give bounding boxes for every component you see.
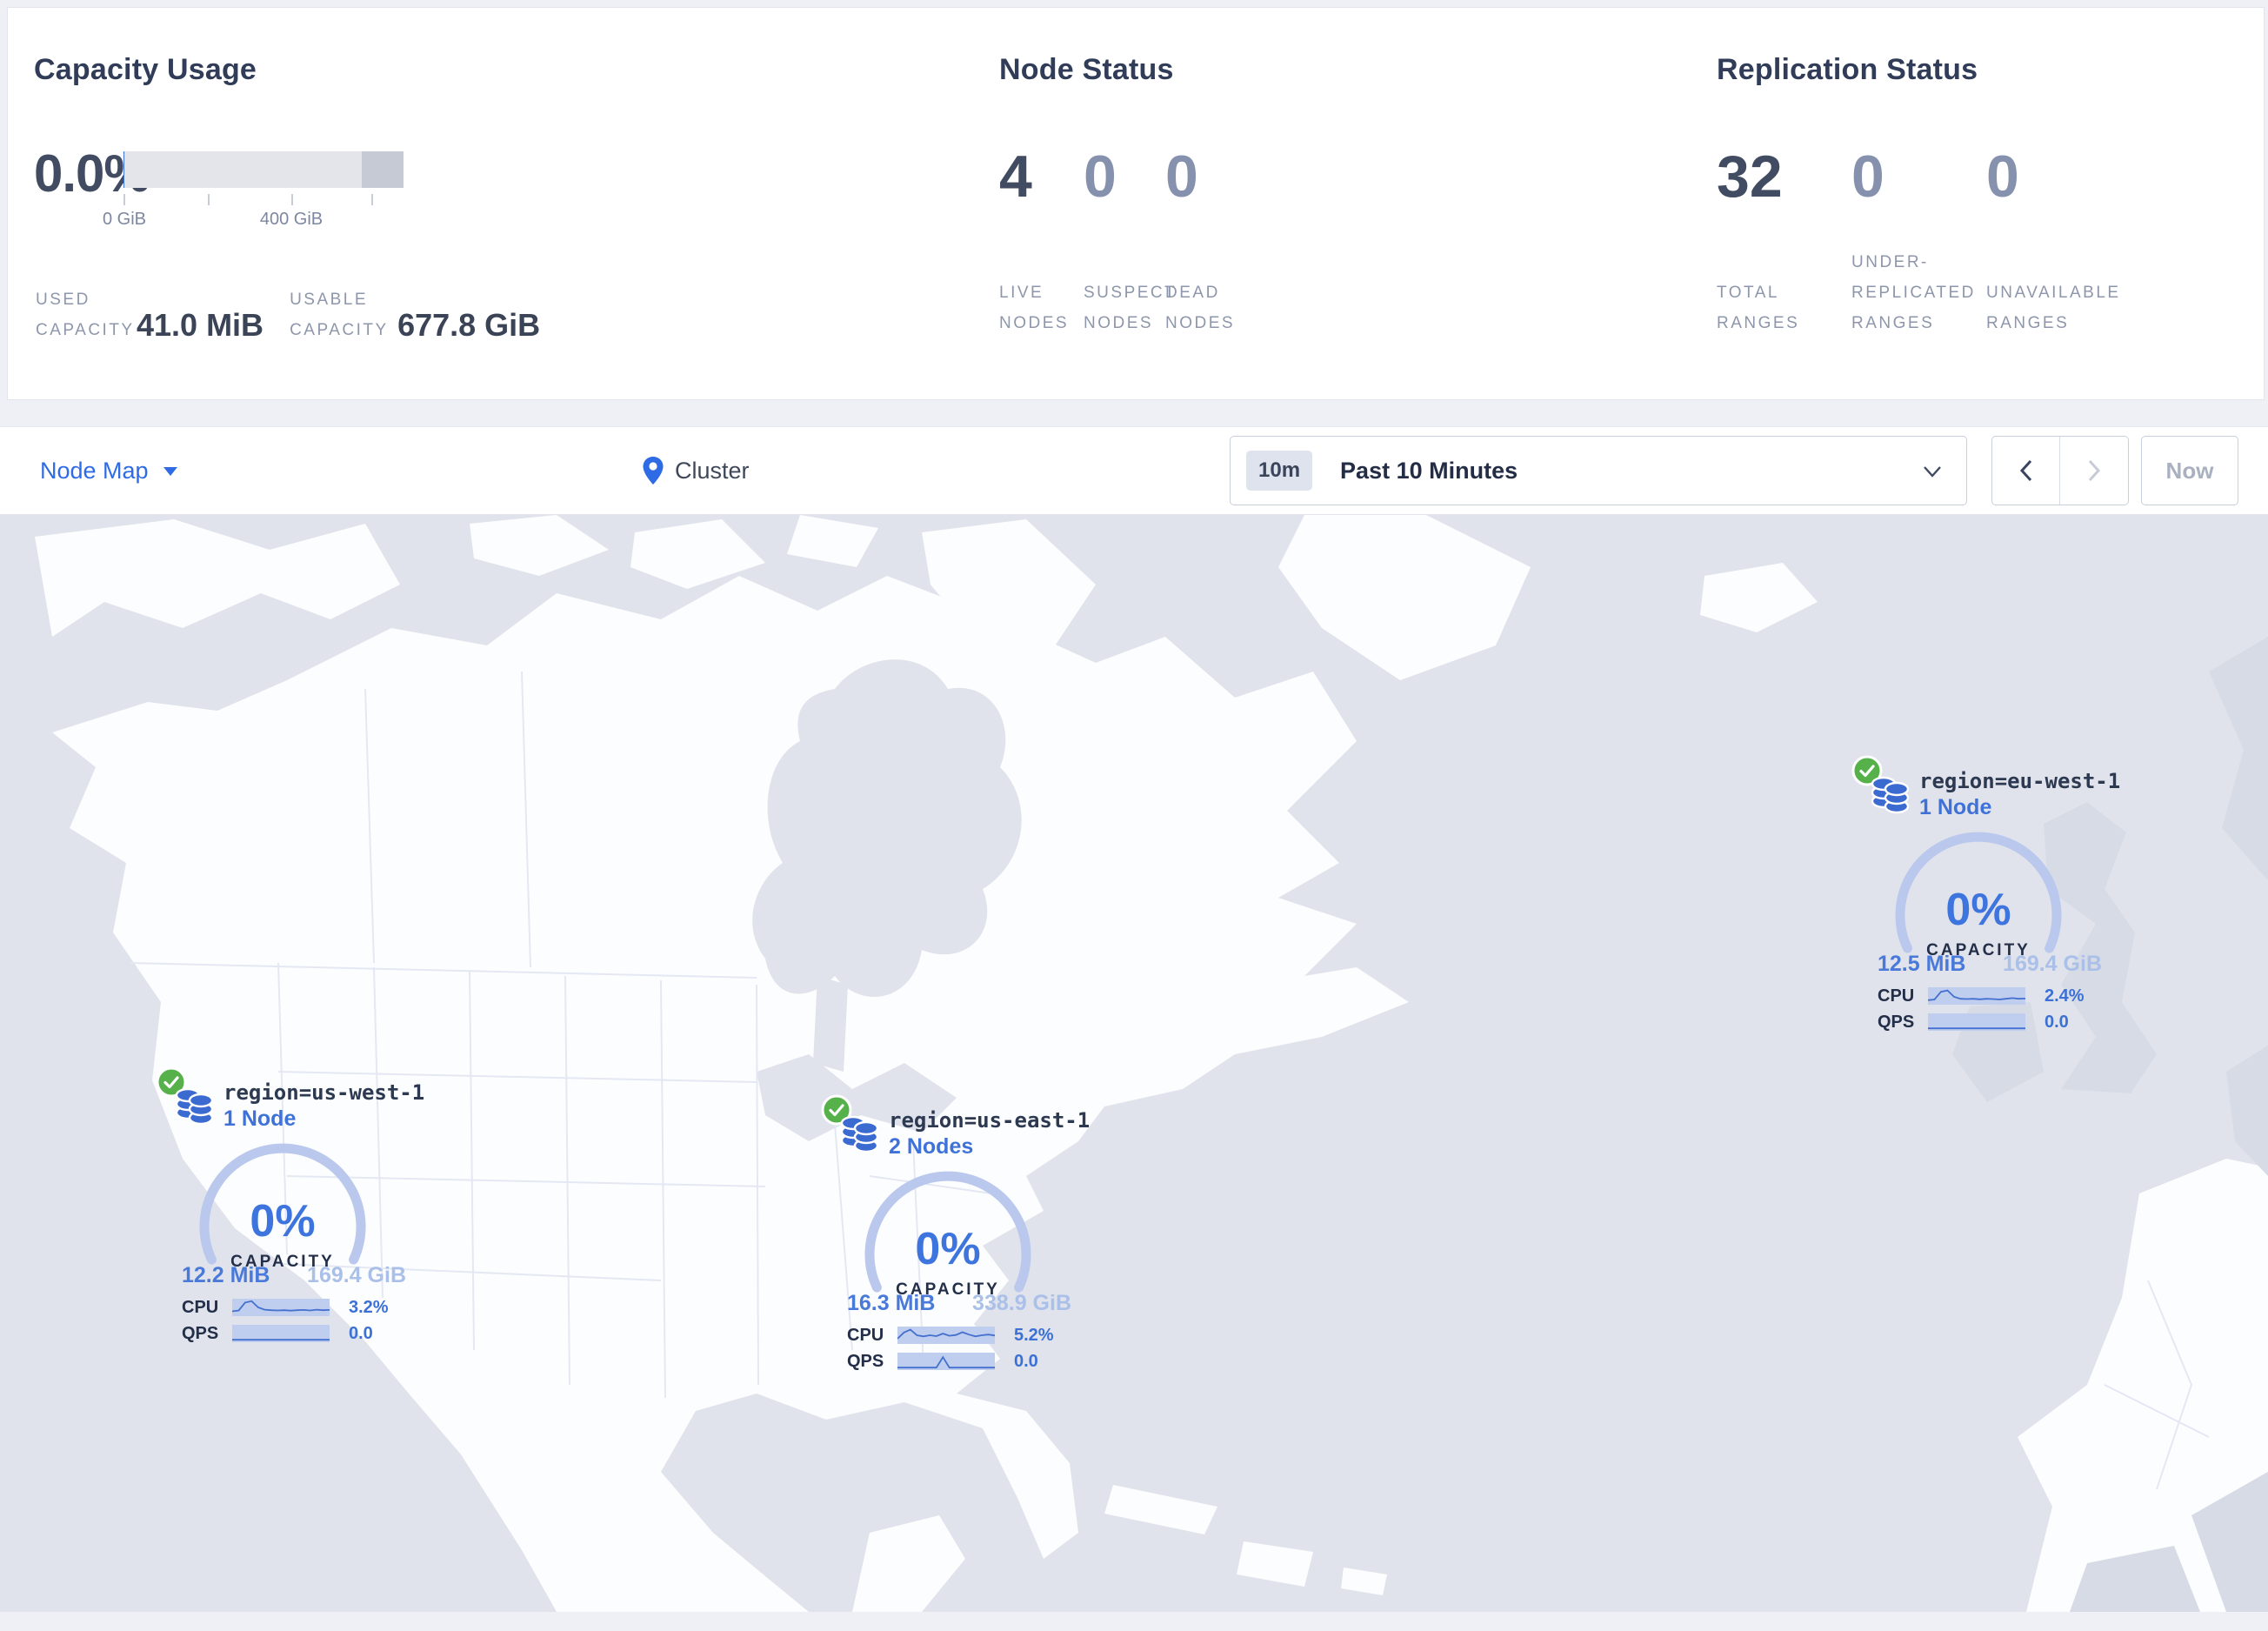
region-node-count: 2 Nodes bbox=[889, 1134, 974, 1159]
cpu-label: CPU bbox=[182, 1298, 219, 1317]
region-node-count: 1 Node bbox=[1919, 795, 1992, 819]
cpu-value: 3.2% bbox=[349, 1298, 389, 1317]
cpu-sparkline bbox=[897, 1327, 995, 1344]
suspect-nodes-count: 0 bbox=[1084, 144, 1117, 210]
used-capacity-value: 41.0 MiB bbox=[137, 307, 264, 343]
region-name: region=us-east-1 bbox=[889, 1108, 1091, 1133]
node-map-page: { "capacity": { "title": "Capacity Usage… bbox=[0, 0, 2268, 1631]
cpu-sparkline bbox=[1928, 987, 2025, 1005]
region-name: region=eu-west-1 bbox=[1919, 769, 2121, 793]
live-nodes-count: 4 bbox=[999, 144, 1032, 210]
now-button[interactable]: Now bbox=[2141, 436, 2238, 505]
breadcrumb[interactable]: Cluster bbox=[642, 427, 750, 514]
used-capacity-label: Used Capacity bbox=[36, 291, 135, 339]
region-total-capacity: 169.4 GiB bbox=[307, 1263, 406, 1287]
capacity-bar: 0 GiB 400 GiB bbox=[103, 151, 404, 231]
view-selector-dropdown[interactable]: Node Map bbox=[40, 427, 178, 514]
capacity-bar-nonusable-segment bbox=[361, 151, 404, 188]
qps-sparkline bbox=[1928, 1013, 2025, 1031]
qps-sparkline bbox=[232, 1325, 330, 1342]
time-step-back-button[interactable] bbox=[1992, 437, 2060, 505]
time-step-forward-button[interactable] bbox=[2060, 437, 2128, 505]
suspect-nodes-label: Suspect Nodes bbox=[1084, 284, 1177, 332]
qps-label: QPS bbox=[1878, 1013, 1915, 1032]
capacity-usage-section: Capacity Usage 0.0% 0 GiB 400 GiB Used C… bbox=[34, 8, 956, 399]
unavailable-ranges-count: 0 bbox=[1986, 144, 2019, 210]
chevron-down-icon bbox=[1924, 466, 1941, 478]
region-used-capacity: 12.5 MiB bbox=[1878, 952, 1966, 976]
region-marker[interactable]: region=us-west-1 1 Node 0% CAPACITY 12.2… bbox=[126, 1063, 439, 1350]
usable-capacity-value: 677.8 GiB bbox=[397, 307, 541, 343]
cluster-summary-card: Capacity Usage 0.0% 0 GiB 400 GiB Used C… bbox=[7, 7, 2265, 400]
database-stack-icon bbox=[175, 1087, 214, 1126]
time-step-buttons bbox=[1991, 436, 2129, 505]
capacity-tick-label-400: 400 GiB bbox=[259, 210, 324, 229]
usable-capacity-label: Usable Capacity bbox=[290, 291, 389, 339]
dead-nodes-count: 0 bbox=[1165, 144, 1198, 210]
qps-value: 0.0 bbox=[1014, 1352, 1038, 1371]
qps-sparkline bbox=[897, 1353, 995, 1370]
region-node-count: 1 Node bbox=[223, 1106, 297, 1131]
total-ranges-count: 32 bbox=[1717, 144, 1783, 210]
under-replicated-ranges-label: Under-Replicated Ranges bbox=[1851, 253, 1976, 332]
map-toolbar: Node Map Cluster 10m Past 10 Minutes Now bbox=[0, 426, 2268, 515]
total-ranges-label: Total Ranges bbox=[1717, 284, 1800, 332]
unavailable-ranges-label: Unavailable Ranges bbox=[1986, 284, 2121, 332]
cpu-sparkline bbox=[232, 1299, 330, 1316]
cpu-label: CPU bbox=[847, 1326, 884, 1345]
capacity-axis-ticks bbox=[123, 194, 404, 206]
region-used-capacity: 12.2 MiB bbox=[182, 1263, 270, 1287]
region-capacity-percent: 0% bbox=[915, 1224, 981, 1274]
region-total-capacity: 169.4 GiB bbox=[2003, 952, 2102, 976]
region-total-capacity: 338.9 GiB bbox=[972, 1291, 1071, 1315]
time-range-selector[interactable]: 10m Past 10 Minutes bbox=[1230, 436, 1967, 505]
breadcrumb-label: Cluster bbox=[675, 457, 750, 484]
capacity-usage-title: Capacity Usage bbox=[34, 53, 257, 86]
chevron-right-icon bbox=[2088, 459, 2100, 482]
region-capacity-percent: 0% bbox=[1945, 885, 2011, 935]
node-status-section: Node Status 4 Live Nodes 0 Suspect Nodes… bbox=[999, 8, 1660, 399]
capacity-bar-used-segment bbox=[123, 151, 125, 188]
live-nodes-label: Live Nodes bbox=[999, 284, 1070, 332]
node-map[interactable]: region=us-west-1 1 Node 0% CAPACITY 12.2… bbox=[0, 515, 2268, 1612]
location-pin-icon bbox=[643, 457, 664, 485]
region-marker[interactable]: region=us-east-1 2 Nodes 0% CAPACITY 16.… bbox=[791, 1091, 1104, 1378]
replication-status-section: Replication Status 32 Total Ranges 0 Und… bbox=[1717, 8, 2238, 399]
caret-down-icon bbox=[163, 466, 177, 476]
qps-label: QPS bbox=[182, 1324, 219, 1343]
region-name: region=us-west-1 bbox=[223, 1080, 425, 1105]
under-replicated-ranges-count: 0 bbox=[1851, 144, 1884, 210]
time-range-label: Past 10 Minutes bbox=[1340, 457, 1518, 484]
cpu-value: 5.2% bbox=[1014, 1326, 1054, 1345]
replication-status-title: Replication Status bbox=[1717, 53, 1978, 86]
view-selector-label: Node Map bbox=[40, 457, 149, 484]
qps-value: 0.0 bbox=[2045, 1013, 2069, 1032]
dead-nodes-label: Dead Nodes bbox=[1165, 284, 1236, 332]
database-stack-icon bbox=[840, 1115, 879, 1153]
qps-label: QPS bbox=[847, 1352, 884, 1371]
cpu-label: CPU bbox=[1878, 986, 1915, 1006]
cpu-value: 2.4% bbox=[2045, 986, 2085, 1006]
chevron-left-icon bbox=[2019, 459, 2032, 482]
database-stack-icon bbox=[1871, 776, 1910, 814]
region-capacity-percent: 0% bbox=[250, 1196, 316, 1247]
region-used-capacity: 16.3 MiB bbox=[847, 1291, 936, 1315]
capacity-tick-label-0: 0 GiB bbox=[102, 210, 147, 229]
time-range-badge: 10m bbox=[1246, 451, 1313, 491]
qps-value: 0.0 bbox=[349, 1324, 373, 1343]
region-marker[interactable]: region=eu-west-1 1 Node 0% CAPACITY 12.5… bbox=[1822, 752, 2135, 1039]
node-status-title: Node Status bbox=[999, 53, 1174, 86]
